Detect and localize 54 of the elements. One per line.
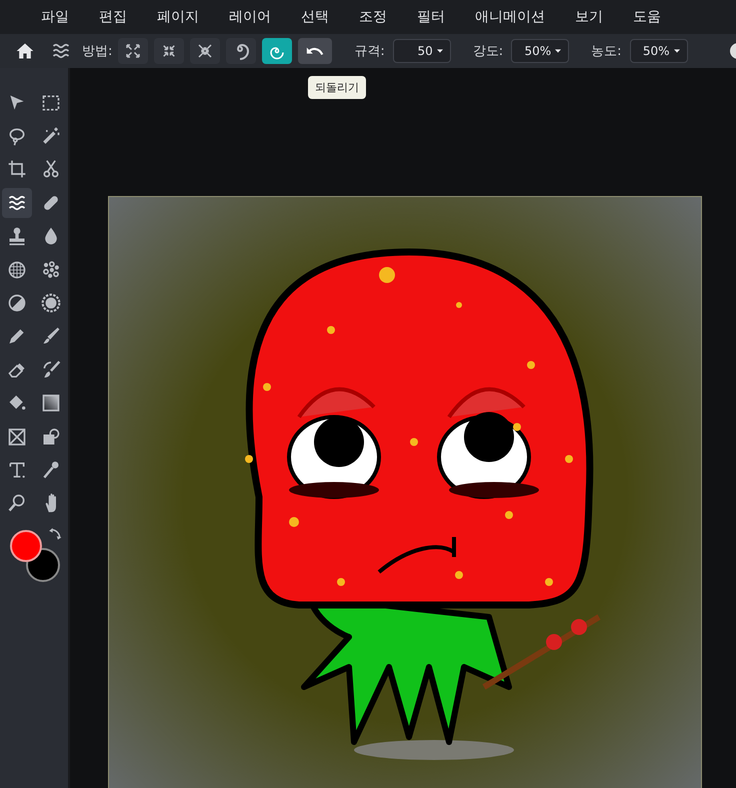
menu-item[interactable]: 애니메이션 <box>460 8 560 26</box>
caret-icon <box>436 47 444 55</box>
field-label: 강도: <box>472 43 504 60</box>
waves-icon <box>51 41 71 61</box>
stamp-icon <box>7 226 27 246</box>
shapes-icon <box>41 426 61 447</box>
menu-item[interactable]: 도움 <box>618 8 676 26</box>
tooltip: 되돌리기 <box>308 76 366 99</box>
paintbrush-icon <box>41 326 61 346</box>
menu-item[interactable]: 필터 <box>402 8 460 26</box>
value-dropdown[interactable]: 50% <box>630 39 688 63</box>
method-button[interactable] <box>190 38 220 64</box>
selection-rectangle-icon <box>41 92 61 113</box>
lasso-icon <box>7 126 27 146</box>
method-label: 방법: <box>82 43 112 60</box>
undo-button[interactable] <box>298 38 332 64</box>
frame-placeholder-icon <box>7 426 27 447</box>
menu-item[interactable]: 보기 <box>560 8 618 26</box>
menu-item[interactable]: 파일 <box>26 8 84 26</box>
contrast-icon <box>7 293 27 314</box>
text-icon <box>7 460 27 480</box>
method-button[interactable] <box>226 38 256 64</box>
menu-item[interactable]: 편집 <box>84 8 142 26</box>
tool-button[interactable] <box>2 188 32 218</box>
eyedropper-icon <box>41 460 61 480</box>
value-dropdown[interactable]: 50% <box>511 39 570 63</box>
menu-item[interactable]: 조정 <box>344 8 402 26</box>
gradient-icon <box>41 393 61 414</box>
undo-icon <box>306 46 324 56</box>
foreground-color-swatch[interactable] <box>10 530 42 562</box>
magnifier-icon <box>7 493 27 514</box>
method-button[interactable] <box>118 38 148 64</box>
crop-icon <box>7 159 27 180</box>
value-dropdown[interactable]: 50 <box>392 39 451 63</box>
expand-arrows-icon <box>124 42 142 60</box>
field-label: 농도: <box>591 43 622 60</box>
grid-circle-icon <box>7 260 27 280</box>
method-button[interactable] <box>262 38 292 64</box>
menu-item[interactable]: 페이지 <box>142 8 214 26</box>
gear-circle-icon <box>41 293 61 314</box>
home-icon <box>15 41 35 61</box>
paintbrush-arrow-icon <box>41 360 61 380</box>
menu-item[interactable]: 선택 <box>286 8 344 26</box>
menu-item[interactable]: 레이어 <box>214 8 286 26</box>
hand-icon <box>45 493 57 514</box>
caret-icon <box>672 47 681 55</box>
dots-icon <box>41 260 61 280</box>
method-button[interactable] <box>154 38 184 64</box>
shrink-arrows-icon <box>196 42 214 60</box>
field-label: 규격: <box>354 43 385 60</box>
scissors-icon <box>41 159 61 180</box>
magic-wand-icon <box>41 126 61 146</box>
caret-icon <box>554 47 562 55</box>
swap-arrows-icon <box>48 528 62 542</box>
